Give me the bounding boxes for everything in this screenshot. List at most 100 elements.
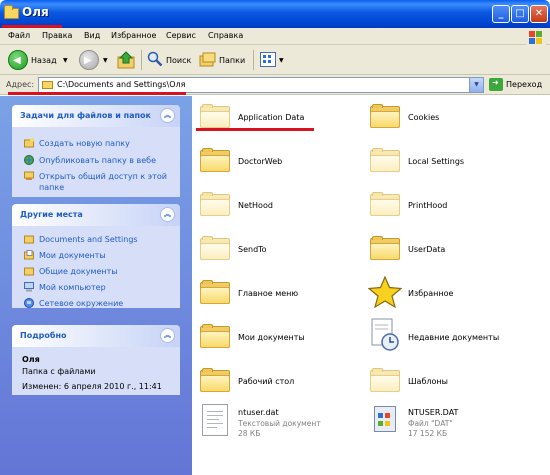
search-button[interactable]: Поиск [166,56,191,65]
task-label: Опубликовать папку в вебе [39,156,156,165]
item-label: Шаблоны [408,377,448,386]
folder-icon [370,148,400,172]
folder-icon [4,5,19,19]
close-button[interactable]: ✕ [530,5,548,23]
toolbar-separator [141,50,142,70]
file-item[interactable]: NTUSER.DAT Файл "DAT" 17 152 КБ [362,402,532,450]
go-button[interactable]: ➜ [489,78,503,91]
item-label: SendTo [238,245,267,254]
back-button[interactable]: ◀ [8,50,28,70]
star-icon [368,276,402,308]
folder-icon [200,104,230,128]
item-label: ntuser.dat [238,408,279,417]
menu-file[interactable]: Файл [8,31,30,40]
place-label: Сетевое окружение [39,299,124,308]
file-tasks-panel: Задачи для файлов и папок ︽ Создать нову… [12,105,180,197]
task-label: Создать новую папку [39,139,130,148]
menu-bar: Файл Правка Вид Избранное Сервис Справка [0,28,550,45]
folders-button[interactable]: Папки [219,56,245,65]
folder-item[interactable]: PrintHood [362,184,532,224]
menu-tools[interactable]: Сервис [166,31,196,40]
menu-view[interactable]: Вид [84,31,100,40]
item-label: Local Settings [408,157,465,166]
file-tasks-header[interactable]: Задачи для файлов и папок ︽ [12,105,180,127]
arrow-right-icon: ▶ [84,55,92,66]
folder-item[interactable]: Шаблоны [362,360,532,400]
recent-docs-icon [371,318,399,351]
title-bar[interactable]: Оля _ □ ✕ [0,0,550,28]
address-input[interactable]: C:\Documents and Settings\Оля ▼ [38,77,484,93]
annotation-underline-application-data [196,128,314,131]
minimize-button[interactable]: _ [492,5,510,23]
folder-icon [370,192,400,216]
details-title: Подробно [20,331,67,340]
annotation-underline-address [8,92,186,95]
folder-item[interactable]: Cookies [362,96,532,136]
other-places-title: Другие места [20,210,83,219]
other-places-header[interactable]: Другие места ︽ [12,204,180,226]
folder-item[interactable]: NetHood [192,184,362,224]
address-value[interactable]: C:\Documents and Settings\Оля [57,80,185,89]
folder-item[interactable]: Local Settings [362,140,532,180]
back-label[interactable]: Назад [31,56,57,65]
views-icon[interactable] [260,52,276,67]
place-label: Общие документы [39,267,118,276]
folder-item[interactable]: Мои документы [192,316,362,356]
chevron-down-icon[interactable]: ▼ [469,78,483,92]
item-type: Текстовый документ [238,419,321,428]
text-doc-icon [202,404,228,436]
forward-dropdown-icon[interactable]: ▼ [103,57,108,64]
folders-icon[interactable] [199,52,216,67]
details-panel: Подробно ︽ Оля Папка с файлами Изменен: … [12,325,180,395]
shared-documents-icon [24,267,34,276]
network-icon [24,298,34,308]
item-label: Рабочий стол [238,377,295,386]
back-dropdown-icon[interactable]: ▼ [63,57,68,64]
maximize-button[interactable]: □ [511,5,529,23]
item-size: 17 152 КБ [408,429,448,438]
close-icon: ✕ [534,8,544,19]
collapse-icon[interactable]: ︽ [160,207,175,222]
folder-icon [200,192,230,216]
folder-up-icon[interactable] [117,51,136,69]
folder-icon [370,368,400,392]
maximize-icon: □ [515,8,525,19]
item-size: 28 КБ [238,429,261,438]
details-header[interactable]: Подробно ︽ [12,325,180,347]
dat-file-icon [374,406,396,432]
address-label: Адрес: [6,80,35,89]
file-item[interactable]: ntuser.dat Текстовый документ 28 КБ [192,402,362,450]
arrow-right-icon: ➜ [492,78,499,87]
menu-favorites[interactable]: Избранное [111,31,156,40]
folder-item[interactable]: UserData [362,228,532,268]
go-label[interactable]: Переход [506,80,542,89]
folder-item[interactable]: DoctorWeb [192,140,362,180]
new-folder-icon [24,138,34,148]
item-type: Файл "DAT" [408,419,453,428]
task-label: папке [39,183,65,192]
recent-documents-item[interactable]: Недавние документы [362,316,532,356]
item-label: NTUSER.DAT [408,408,459,417]
forward-button[interactable]: ▶ [79,50,99,70]
share-folder-icon [24,171,34,180]
item-label: Недавние документы [408,333,500,342]
item-label: Мои документы [238,333,305,342]
menu-help[interactable]: Справка [208,31,243,40]
item-label: PrintHood [408,201,448,210]
collapse-icon[interactable]: ︽ [160,328,175,343]
file-tasks-title: Задачи для файлов и папок [20,111,151,120]
toolbar: ◀ Назад ▼ ▶ ▼ Поиск Папки ▼ [0,45,550,75]
item-label: DoctorWeb [238,157,283,166]
folder-item[interactable]: Главное меню [192,272,362,312]
favorites-item[interactable]: Избранное [362,272,532,312]
views-dropdown-icon[interactable]: ▼ [279,57,284,64]
minimize-icon: _ [498,8,504,19]
menu-edit[interactable]: Правка [42,31,72,40]
task-label: Открыть общий доступ к этой [39,172,167,181]
toolbar-separator [253,50,254,70]
globe-icon [24,155,34,165]
folder-item[interactable]: Рабочий стол [192,360,362,400]
collapse-icon[interactable]: ︽ [160,108,175,123]
folder-item[interactable]: SendTo [192,228,362,268]
search-icon[interactable] [147,51,163,67]
